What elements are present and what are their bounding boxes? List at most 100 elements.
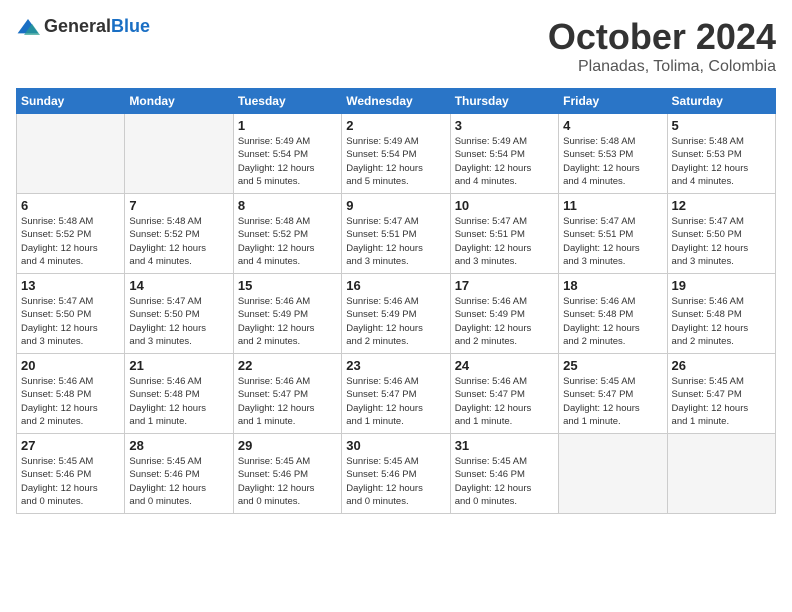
day-number: 1 [238, 118, 337, 133]
day-info: Sunrise: 5:46 AM Sunset: 5:47 PM Dayligh… [455, 375, 554, 428]
weekday-header-row: SundayMondayTuesdayWednesdayThursdayFrid… [17, 89, 776, 114]
calendar-cell: 25Sunrise: 5:45 AM Sunset: 5:47 PM Dayli… [559, 354, 667, 434]
day-info: Sunrise: 5:48 AM Sunset: 5:53 PM Dayligh… [563, 135, 662, 188]
calendar-week-2: 6 Sunrise: 5:48 AM Sunset: 5:52 PM Daylig… [17, 194, 776, 274]
weekday-header-monday: Monday [125, 89, 233, 114]
day-number: 9 [346, 198, 445, 213]
day-info: Sunrise: 5:46 AM Sunset: 5:48 PM Dayligh… [21, 375, 120, 428]
calendar-week-4: 20Sunrise: 5:46 AM Sunset: 5:48 PM Dayli… [17, 354, 776, 434]
day-info: Sunrise: 5:45 AM Sunset: 5:46 PM Dayligh… [238, 455, 337, 508]
day-number: 24 [455, 358, 554, 373]
calendar-cell: 31Sunrise: 5:45 AM Sunset: 5:46 PM Dayli… [450, 434, 558, 514]
day-info: Sunrise: 5:48 AM Sunset: 5:52 PM Dayligh… [238, 215, 337, 268]
calendar-cell: 7 Sunrise: 5:48 AM Sunset: 5:52 PM Daylig… [125, 194, 233, 274]
day-number: 23 [346, 358, 445, 373]
day-info: Sunrise: 5:47 AM Sunset: 5:50 PM Dayligh… [129, 295, 228, 348]
header: GeneralBlue October 2024 Planadas, Tolim… [16, 16, 776, 76]
calendar-cell: 11 Sunrise: 5:47 AM Sunset: 5:51 PM Dayli… [559, 194, 667, 274]
logo-blue: Blue [111, 16, 150, 36]
day-info: Sunrise: 5:49 AM Sunset: 5:54 PM Dayligh… [238, 135, 337, 188]
calendar-cell [125, 114, 233, 194]
weekday-header-wednesday: Wednesday [342, 89, 450, 114]
calendar-cell: 10 Sunrise: 5:47 AM Sunset: 5:51 PM Dayli… [450, 194, 558, 274]
day-number: 26 [672, 358, 771, 373]
calendar-cell: 3 Sunrise: 5:49 AM Sunset: 5:54 PM Daylig… [450, 114, 558, 194]
calendar-cell [17, 114, 125, 194]
month-title: October 2024 [548, 16, 776, 58]
calendar-cell: 9 Sunrise: 5:47 AM Sunset: 5:51 PM Daylig… [342, 194, 450, 274]
day-number: 25 [563, 358, 662, 373]
day-info: Sunrise: 5:46 AM Sunset: 5:49 PM Dayligh… [238, 295, 337, 348]
logo-icon [16, 17, 40, 37]
day-info: Sunrise: 5:45 AM Sunset: 5:47 PM Dayligh… [672, 375, 771, 428]
day-info: Sunrise: 5:49 AM Sunset: 5:54 PM Dayligh… [346, 135, 445, 188]
day-number: 7 [129, 198, 228, 213]
day-number: 28 [129, 438, 228, 453]
weekday-header-friday: Friday [559, 89, 667, 114]
calendar-cell: 27 Sunrise: 5:45 AM Sunset: 5:46 PM Dayli… [17, 434, 125, 514]
calendar-cell: 8 Sunrise: 5:48 AM Sunset: 5:52 PM Daylig… [233, 194, 341, 274]
day-number: 29 [238, 438, 337, 453]
day-info: Sunrise: 5:45 AM Sunset: 5:46 PM Dayligh… [455, 455, 554, 508]
day-info: Sunrise: 5:45 AM Sunset: 5:46 PM Dayligh… [129, 455, 228, 508]
day-info: Sunrise: 5:48 AM Sunset: 5:52 PM Dayligh… [21, 215, 120, 268]
calendar-cell [559, 434, 667, 514]
day-info: Sunrise: 5:48 AM Sunset: 5:53 PM Dayligh… [672, 135, 771, 188]
calendar-cell: 1 Sunrise: 5:49 AM Sunset: 5:54 PM Daylig… [233, 114, 341, 194]
day-number: 18 [563, 278, 662, 293]
day-info: Sunrise: 5:47 AM Sunset: 5:51 PM Dayligh… [563, 215, 662, 268]
day-number: 12 [672, 198, 771, 213]
day-number: 11 [563, 198, 662, 213]
calendar-cell: 4 Sunrise: 5:48 AM Sunset: 5:53 PM Daylig… [559, 114, 667, 194]
day-number: 16 [346, 278, 445, 293]
day-number: 10 [455, 198, 554, 213]
day-number: 3 [455, 118, 554, 133]
calendar-cell: 2 Sunrise: 5:49 AM Sunset: 5:54 PM Daylig… [342, 114, 450, 194]
calendar-cell: 21Sunrise: 5:46 AM Sunset: 5:48 PM Dayli… [125, 354, 233, 434]
day-info: Sunrise: 5:46 AM Sunset: 5:48 PM Dayligh… [563, 295, 662, 348]
weekday-header-sunday: Sunday [17, 89, 125, 114]
calendar-cell: 14 Sunrise: 5:47 AM Sunset: 5:50 PM Dayli… [125, 274, 233, 354]
day-number: 6 [21, 198, 120, 213]
day-info: Sunrise: 5:47 AM Sunset: 5:50 PM Dayligh… [21, 295, 120, 348]
day-number: 14 [129, 278, 228, 293]
day-number: 4 [563, 118, 662, 133]
day-info: Sunrise: 5:47 AM Sunset: 5:51 PM Dayligh… [455, 215, 554, 268]
calendar-cell: 16Sunrise: 5:46 AM Sunset: 5:49 PM Dayli… [342, 274, 450, 354]
day-info: Sunrise: 5:46 AM Sunset: 5:48 PM Dayligh… [672, 295, 771, 348]
day-number: 27 [21, 438, 120, 453]
calendar-cell: 5 Sunrise: 5:48 AM Sunset: 5:53 PM Daylig… [667, 114, 775, 194]
weekday-header-thursday: Thursday [450, 89, 558, 114]
location-title: Planadas, Tolima, Colombia [548, 58, 776, 76]
title-area: October 2024 Planadas, Tolima, Colombia [548, 16, 776, 76]
day-info: Sunrise: 5:45 AM Sunset: 5:46 PM Dayligh… [21, 455, 120, 508]
day-info: Sunrise: 5:46 AM Sunset: 5:49 PM Dayligh… [455, 295, 554, 348]
day-info: Sunrise: 5:46 AM Sunset: 5:48 PM Dayligh… [129, 375, 228, 428]
calendar-cell: 17Sunrise: 5:46 AM Sunset: 5:49 PM Dayli… [450, 274, 558, 354]
calendar-cell: 13Sunrise: 5:47 AM Sunset: 5:50 PM Dayli… [17, 274, 125, 354]
day-info: Sunrise: 5:47 AM Sunset: 5:51 PM Dayligh… [346, 215, 445, 268]
calendar-week-1: 1 Sunrise: 5:49 AM Sunset: 5:54 PM Daylig… [17, 114, 776, 194]
weekday-header-saturday: Saturday [667, 89, 775, 114]
calendar-cell: 19 Sunrise: 5:46 AM Sunset: 5:48 PM Dayli… [667, 274, 775, 354]
day-info: Sunrise: 5:47 AM Sunset: 5:50 PM Dayligh… [672, 215, 771, 268]
day-info: Sunrise: 5:48 AM Sunset: 5:52 PM Dayligh… [129, 215, 228, 268]
day-number: 15 [238, 278, 337, 293]
calendar-table: SundayMondayTuesdayWednesdayThursdayFrid… [16, 88, 776, 514]
day-number: 2 [346, 118, 445, 133]
day-number: 8 [238, 198, 337, 213]
day-number: 19 [672, 278, 771, 293]
calendar-cell: 23 Sunrise: 5:46 AM Sunset: 5:47 PM Dayli… [342, 354, 450, 434]
calendar-cell: 15 Sunrise: 5:46 AM Sunset: 5:49 PM Dayli… [233, 274, 341, 354]
day-info: Sunrise: 5:45 AM Sunset: 5:46 PM Dayligh… [346, 455, 445, 508]
calendar-cell: 6 Sunrise: 5:48 AM Sunset: 5:52 PM Daylig… [17, 194, 125, 274]
calendar-cell: 28 Sunrise: 5:45 AM Sunset: 5:46 PM Dayli… [125, 434, 233, 514]
calendar-cell: 12 Sunrise: 5:47 AM Sunset: 5:50 PM Dayli… [667, 194, 775, 274]
calendar-cell [667, 434, 775, 514]
calendar-cell: 22Sunrise: 5:46 AM Sunset: 5:47 PM Dayli… [233, 354, 341, 434]
day-info: Sunrise: 5:46 AM Sunset: 5:47 PM Dayligh… [346, 375, 445, 428]
calendar-week-5: 27 Sunrise: 5:45 AM Sunset: 5:46 PM Dayli… [17, 434, 776, 514]
day-number: 5 [672, 118, 771, 133]
calendar-cell: 24 Sunrise: 5:46 AM Sunset: 5:47 PM Dayli… [450, 354, 558, 434]
day-info: Sunrise: 5:49 AM Sunset: 5:54 PM Dayligh… [455, 135, 554, 188]
